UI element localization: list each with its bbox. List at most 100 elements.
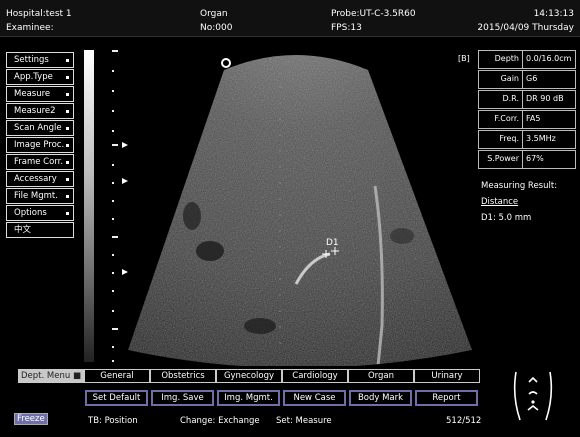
ruler-major-tick xyxy=(112,144,118,146)
menu-item-settings[interactable]: Settings xyxy=(6,52,74,68)
ruler-minor-tick xyxy=(112,182,114,184)
ruler-minor-tick xyxy=(112,164,114,166)
submenu-dot-icon xyxy=(66,59,69,62)
param-row-fcorr: F.Corr. FA5 xyxy=(478,110,576,129)
body-mark-icon[interactable] xyxy=(508,370,558,422)
probe-orientation-icon xyxy=(221,58,231,68)
set-default-button[interactable]: Set Default xyxy=(85,390,148,406)
menu-item-options[interactable]: Options xyxy=(6,205,74,221)
param-value: G6 xyxy=(526,74,538,83)
ruler-minor-tick xyxy=(112,110,114,112)
parameter-panel: Depth 0.0/16.0cm Gain G6 D.R. DR 90 dB F.Co… xyxy=(478,50,576,170)
param-key: S.Power xyxy=(479,151,523,168)
param-key: D.R. xyxy=(479,91,523,108)
menu-item-label: Scan Angle xyxy=(14,123,62,133)
submenu-dot-icon xyxy=(66,195,69,198)
dept-menu-button[interactable]: Dept. Menu ■ xyxy=(18,369,84,383)
tab-cardiology[interactable]: Cardiology xyxy=(282,369,348,383)
side-menu: Settings App.Type Measure Measure2 Scan … xyxy=(6,52,74,239)
tab-urinary[interactable]: Urinary xyxy=(414,369,480,383)
change-hint: Change: Exchange xyxy=(180,416,260,426)
frame-counter: 512/512 xyxy=(446,416,482,426)
ruler-minor-tick xyxy=(112,346,114,348)
tb-hint: TB: Position xyxy=(88,416,138,426)
menu-item-measure[interactable]: Measure xyxy=(6,86,74,102)
param-value: 67% xyxy=(526,154,544,163)
freeze-indicator[interactable]: Freeze xyxy=(14,413,48,425)
param-row-freq: Freq. 3.5MHz xyxy=(478,130,576,149)
measurement-type: Distance xyxy=(481,197,519,207)
menu-item-accessary[interactable]: Accessary xyxy=(6,171,74,187)
header-bar: Hospital:test 1 Examinee: Organ No:000 P… xyxy=(0,0,580,37)
ruler-major-tick xyxy=(112,236,118,238)
measurement-result-value: D1: 5.0 mm xyxy=(481,213,532,223)
menu-item-image-proc[interactable]: Image Proc. xyxy=(6,137,74,153)
submenu-dot-icon xyxy=(66,161,69,164)
img-save-button[interactable]: Img. Save xyxy=(151,390,214,406)
menu-item-label: Accessary xyxy=(14,174,57,184)
menu-item-frame-corr[interactable]: Frame Corr. xyxy=(6,154,74,170)
param-value: 3.5MHz xyxy=(526,134,556,143)
ruler-minor-tick xyxy=(112,90,114,92)
ultrasound-image[interactable]: D1 [B] xyxy=(120,46,480,366)
param-key: Freq. xyxy=(479,131,523,148)
menu-item-label: App.Type xyxy=(14,72,53,82)
menu-item-label: Options xyxy=(14,208,47,218)
param-value: FA5 xyxy=(526,114,541,123)
measurement-result-title: Measuring Result: xyxy=(481,181,558,191)
ruler-minor-tick xyxy=(112,290,114,292)
report-button[interactable]: Report xyxy=(415,390,478,406)
mode-label: [B] xyxy=(458,54,470,63)
submenu-dot-icon xyxy=(66,178,69,181)
ruler-major-tick xyxy=(112,328,118,330)
new-case-button[interactable]: New Case xyxy=(283,390,346,406)
ruler-minor-tick xyxy=(112,310,114,312)
tab-general[interactable]: General xyxy=(84,369,150,383)
organ-label: Organ xyxy=(200,9,228,19)
param-value: DR 90 dB xyxy=(526,94,564,103)
menu-item-label: 中文 xyxy=(14,225,32,235)
tab-obstetrics[interactable]: Obstetrics xyxy=(150,369,216,383)
menu-item-label: File Mgmt. xyxy=(14,191,58,201)
ruler-minor-tick xyxy=(112,272,114,274)
submenu-dot-icon xyxy=(66,144,69,147)
param-row-dr: D.R. DR 90 dB xyxy=(478,90,576,109)
submenu-dot-icon xyxy=(66,76,69,79)
submenu-dot-icon xyxy=(66,93,69,96)
date-label: 2015/04/09 Thursday xyxy=(477,23,574,33)
time-label: 14:13:13 xyxy=(533,9,574,19)
submenu-dot-icon xyxy=(66,127,69,130)
menu-item-label: Image Proc. xyxy=(14,140,65,150)
dept-menu-label: Dept. Menu xyxy=(21,371,71,381)
ruler-minor-tick xyxy=(112,360,114,362)
param-row-gain: Gain G6 xyxy=(478,70,576,89)
menu-item-scan-angle[interactable]: Scan Angle xyxy=(6,120,74,136)
param-value: 0.0/16.0cm xyxy=(526,54,572,63)
measure-marker-label: D1 xyxy=(326,238,339,248)
number-label: No:000 xyxy=(200,23,233,33)
menu-item-measure2[interactable]: Measure2 xyxy=(6,103,74,119)
param-key: F.Corr. xyxy=(479,111,523,128)
tab-gynecology[interactable]: Gynecology xyxy=(216,369,282,383)
examinee-label: Examinee: xyxy=(6,23,54,33)
body-mark-button[interactable]: Body Mark xyxy=(349,390,412,406)
fps-label: FPS:13 xyxy=(331,23,362,33)
submenu-dot-icon xyxy=(66,212,69,215)
menu-item-label: Measure xyxy=(14,89,51,99)
ruler-minor-tick xyxy=(112,130,114,132)
set-hint: Set: Measure xyxy=(276,416,332,426)
ruler-minor-tick xyxy=(112,70,114,72)
submenu-dot-icon xyxy=(66,110,69,113)
menu-item-chinese[interactable]: 中文 xyxy=(6,222,74,238)
probe-label: Probe:UT-C-3.5R60 xyxy=(331,9,416,19)
menu-item-label: Settings xyxy=(14,55,49,65)
menu-item-label: Frame Corr. xyxy=(14,157,64,167)
img-mgmt-button[interactable]: Img. Mgmt. xyxy=(217,390,280,406)
tab-organ[interactable]: Organ xyxy=(348,369,414,383)
menu-item-app-type[interactable]: App.Type xyxy=(6,69,74,85)
hospital-label: Hospital:test 1 xyxy=(6,9,72,19)
grayscale-bar xyxy=(84,50,94,362)
param-row-spower: S.Power 67% xyxy=(478,150,576,169)
menu-item-label: Measure2 xyxy=(14,106,56,116)
menu-item-file-mgmt[interactable]: File Mgmt. xyxy=(6,188,74,204)
